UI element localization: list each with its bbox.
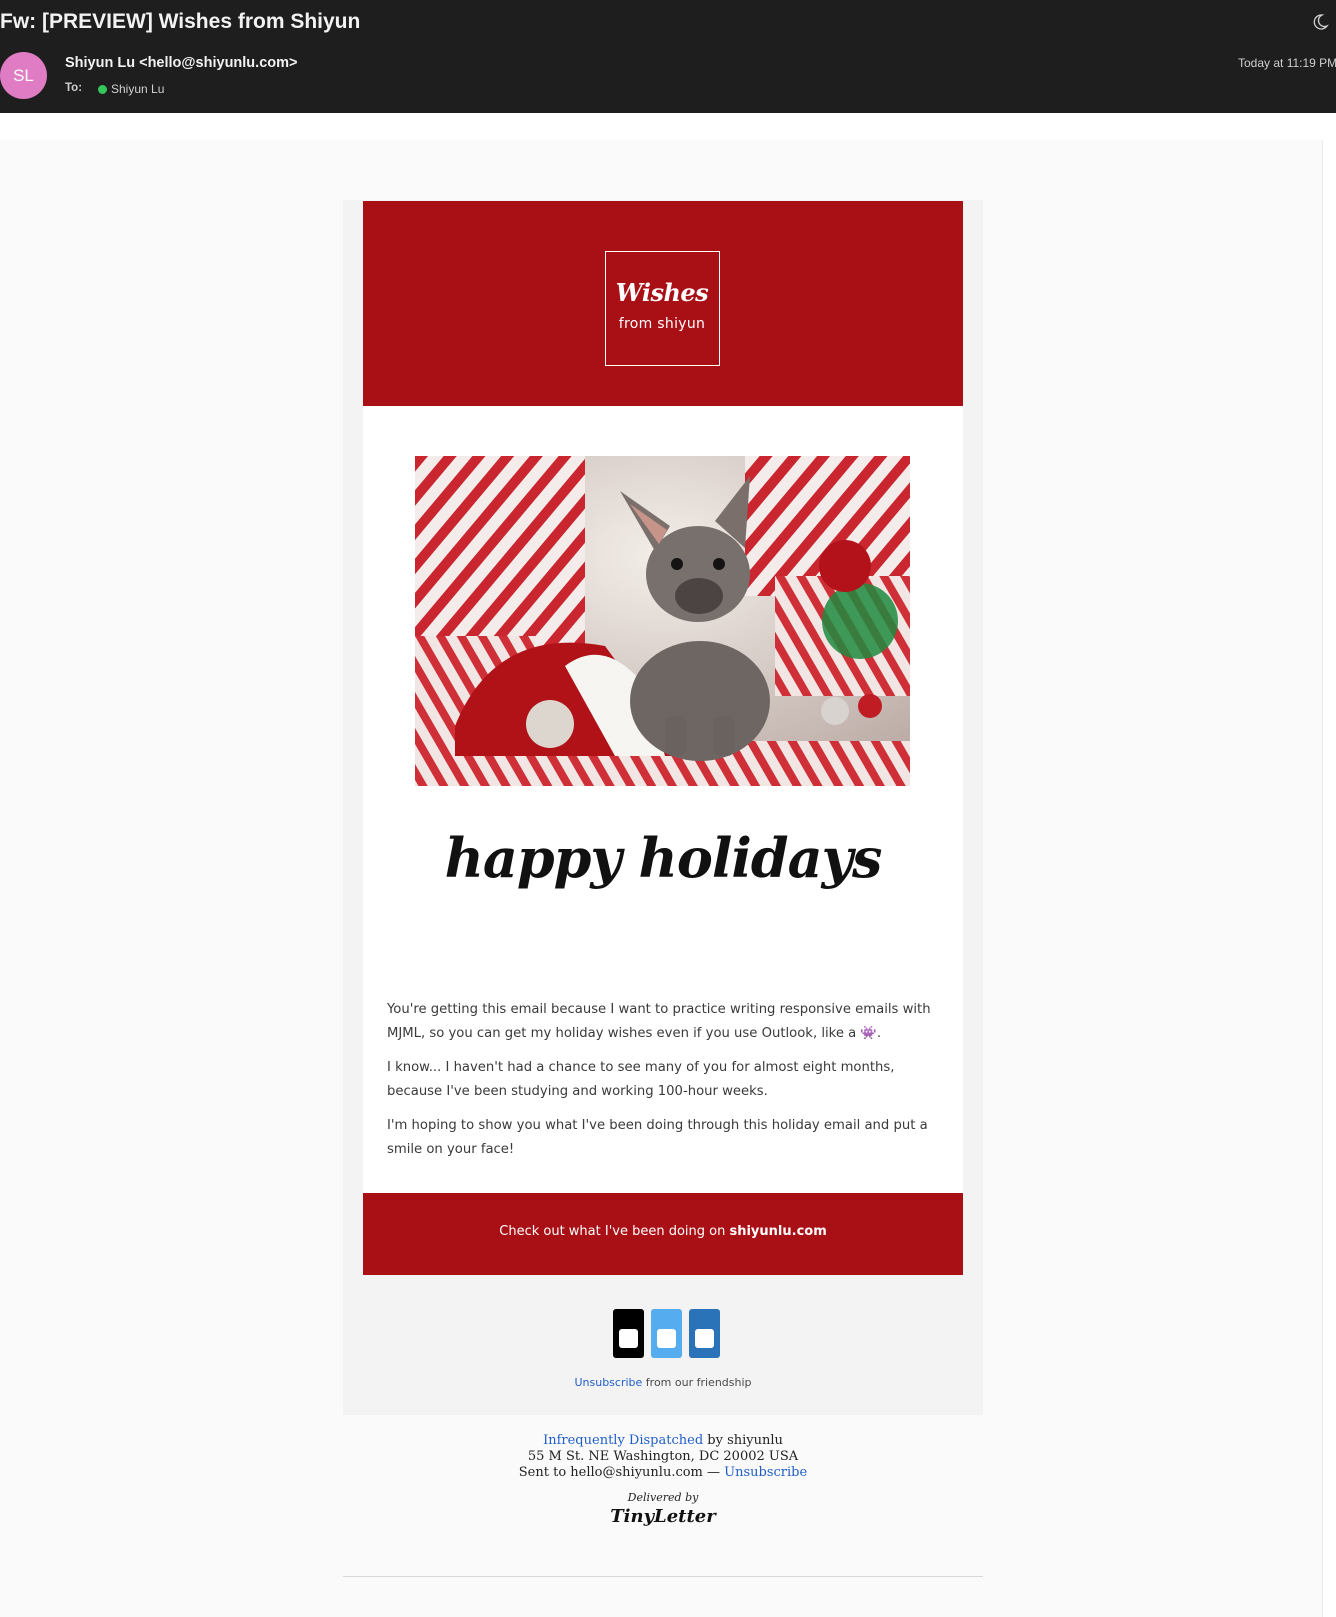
avatar: SL [0, 52, 47, 99]
paragraph: You're getting this email because I want… [387, 1002, 931, 1041]
timestamp: Today at 11:19 PM [1238, 56, 1336, 70]
moon-icon[interactable] [1311, 13, 1329, 31]
presence-dot [98, 85, 107, 94]
social-icon-glyph [619, 1329, 638, 1348]
tinyletter-logo[interactable]: TinyLetter [343, 1506, 983, 1527]
social-icon-glyph [695, 1329, 714, 1348]
cta-link[interactable]: shiyunlu.com [729, 1224, 826, 1239]
social-icon-1[interactable] [613, 1309, 644, 1358]
cta-banner[interactable]: Check out what I've been doing on shiyun… [363, 1193, 963, 1275]
body-text: You're getting this email because I want… [387, 998, 942, 1172]
paragraph: I'm hoping to show you what I've been do… [387, 1118, 928, 1157]
social-icon-2[interactable] [651, 1309, 682, 1358]
footer-address: 55 M St. NE Washington, DC 20002 USA [527, 1449, 799, 1464]
paragraph: I know... I haven't had a chance to see … [387, 1060, 895, 1099]
logo: Wishes from shiyun [605, 251, 720, 366]
logo-script: Wishes [615, 278, 709, 307]
footer-unsubscribe-link[interactable]: Unsubscribe [724, 1465, 807, 1480]
footer: Infrequently Dispatched by shiyunlu 55 M… [343, 1433, 983, 1481]
divider [1322, 140, 1323, 1617]
sender-name[interactable]: Shiyun Lu <hello@shiyunlu.com> [65, 55, 297, 71]
footer-sent-to: Sent to hello@shiyunlu.com — [518, 1465, 725, 1480]
logo-subtitle: from shiyun [618, 316, 706, 332]
footer-newsletter-line: Infrequently Dispatched by shiyunlu [343, 1433, 983, 1449]
social-icon-3[interactable] [689, 1309, 720, 1358]
unsubscribe-line: Unsubscribe from our friendship [343, 1376, 983, 1389]
social-icon-glyph [657, 1329, 676, 1348]
footer-by-text: by shiyunlu [703, 1433, 783, 1448]
mail-subject: Fw: [PREVIEW] Wishes from Shiyun [0, 10, 361, 33]
unsubscribe-link[interactable]: Unsubscribe [574, 1376, 642, 1389]
newsletter-link[interactable]: Infrequently Dispatched [543, 1433, 703, 1448]
footer-sent-line: Sent to hello@shiyunlu.com — Unsubscribe [343, 1465, 983, 1481]
cta-text[interactable]: Check out what I've been doing on shiyun… [363, 1224, 963, 1239]
bottom-divider [343, 1576, 983, 1577]
unsubscribe-text: from our friendship [642, 1376, 752, 1389]
holiday-photo [415, 456, 910, 786]
mail-header: Fw: [PREVIEW] Wishes from Shiyun SL Shiy… [0, 0, 1336, 113]
headline: happy holidays [444, 826, 883, 890]
delivered-by: Delivered by [627, 1491, 699, 1504]
cta-prefix: Check out what I've been doing on [499, 1224, 730, 1239]
recipient-name[interactable]: Shiyun Lu [111, 82, 164, 96]
to-label: To: [65, 82, 83, 94]
